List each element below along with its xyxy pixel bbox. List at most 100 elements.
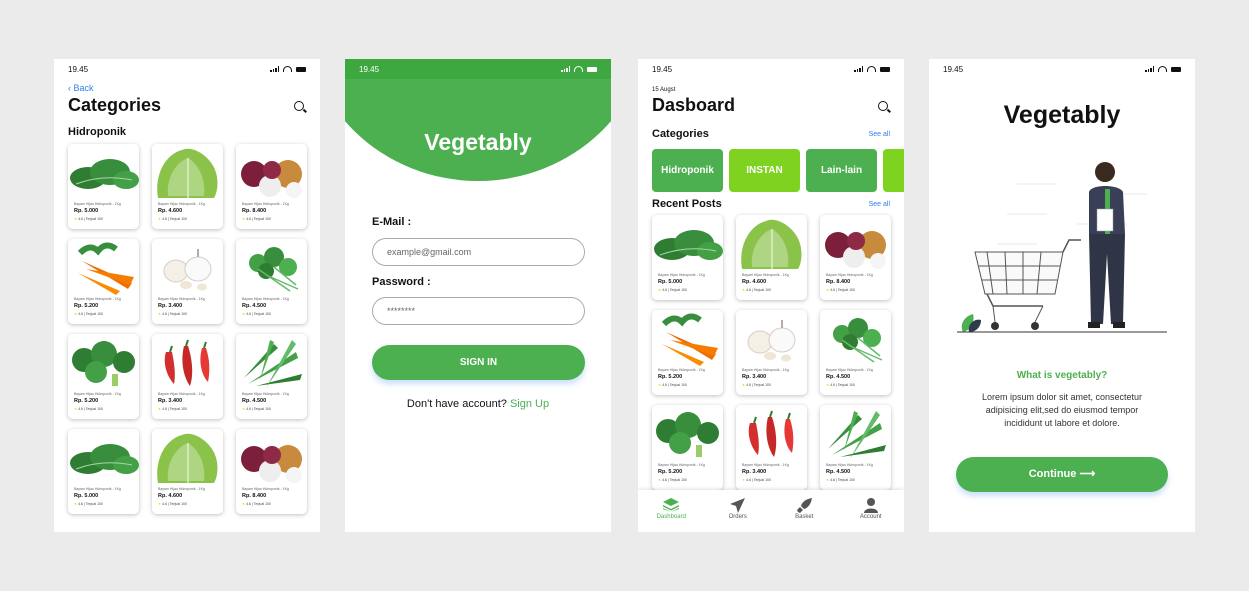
product-name: Bayam Hijau Hidroponik - 1Kg xyxy=(242,202,289,206)
star-icon: ★ xyxy=(242,407,246,411)
onion-image xyxy=(820,215,891,271)
star-icon: ★ xyxy=(658,383,662,387)
battery-icon xyxy=(880,67,890,72)
signal-icon xyxy=(270,66,279,72)
product-card[interactable]: Bayam Hijau Hidroponik - 1Kg Rp. 8.400 ★ 4… xyxy=(236,429,307,514)
nav-account-label: Account xyxy=(859,514,882,520)
product-card[interactable]: Bayam Hijau Hidroponik - 1Kg Rp. 5.200 ★ 4… xyxy=(68,239,139,324)
star-icon: ★ xyxy=(826,288,830,292)
product-card[interactable]: Bayam Hijau Hidroponik - 1Kg Rp. 4.500 ★ 4… xyxy=(820,405,891,490)
product-rating: ★ 4.6 | Terjual 100 xyxy=(742,288,771,292)
product-rating: ★ 4.6 | Terjual 100 xyxy=(158,217,187,221)
product-price: Rp. 5.200 xyxy=(74,398,99,404)
product-rating: ★ 4.6 | Terjual 100 xyxy=(158,407,187,411)
chip-instan[interactable]: INSTAN xyxy=(729,149,800,192)
section-title: Hidroponik xyxy=(68,126,127,138)
product-price: Rp. 4.500 xyxy=(826,469,851,475)
product-card[interactable]: Bayam Hijau Hidroponik - 1Kg Rp. 4.500 ★ 4… xyxy=(820,310,891,395)
product-card[interactable]: Bayam Hijau Hidroponik - 1Kg Rp. 5.200 ★ 4… xyxy=(652,405,723,490)
rating-text: 4.6 | Terjual 100 xyxy=(246,502,271,506)
product-card[interactable]: Bayam Hijau Hidroponik - 1Kg Rp. 4.600 ★ 4… xyxy=(152,429,223,514)
product-rating: ★ 4.6 | Terjual 100 xyxy=(242,312,271,316)
product-price: Rp. 5.200 xyxy=(658,374,683,380)
product-price: Rp. 4.600 xyxy=(158,493,183,499)
product-card[interactable]: Bayam Hijau Hidroponik - 1Kg Rp. 5.200 ★ 4… xyxy=(68,334,139,419)
product-card[interactable]: Bayam Hijau Hidroponik - 1Kg Rp. 4.500 ★ 4… xyxy=(236,334,307,419)
product-price: Rp. 8.400 xyxy=(242,493,267,499)
product-card[interactable]: Bayam Hijau Hidroponik - 1Kg Rp. 5.200 ★ 4… xyxy=(652,310,723,395)
signin-button[interactable]: SIGN IN xyxy=(372,345,585,380)
spinach-image xyxy=(68,429,139,485)
nav-orders[interactable]: Orders xyxy=(710,490,765,532)
recent-posts-title: Recent Posts xyxy=(652,198,722,210)
product-card[interactable]: Bayam Hijau Hidroponik - 1Kg Rp. 3.400 ★ 4… xyxy=(152,334,223,419)
product-name: Bayam Hijau Hidroponik - 1Kg xyxy=(158,487,205,491)
search-icon[interactable] xyxy=(294,101,304,111)
categories-title: Categories xyxy=(652,128,709,140)
back-link[interactable]: ‹ Back xyxy=(68,83,94,93)
star-icon: ★ xyxy=(658,288,662,292)
star-icon: ★ xyxy=(242,312,246,316)
product-name: Bayam Hijau Hidroponik - 1Kg xyxy=(74,297,121,301)
product-name: Bayam Hijau Hidroponik - 1Kg xyxy=(158,297,205,301)
product-card[interactable]: Bayam Hijau Hidroponik - 1Kg Rp. 3.400 ★ 4… xyxy=(736,405,807,490)
signup-link[interactable]: Sign Up xyxy=(510,398,549,410)
rating-text: 4.6 | Terjual 100 xyxy=(746,288,771,292)
battery-icon xyxy=(1171,67,1181,72)
continue-button[interactable]: Continue ⟶ xyxy=(956,457,1168,492)
product-price: Rp. 5.200 xyxy=(658,469,683,475)
product-rating: ★ 4.6 | Terjual 100 xyxy=(158,502,187,506)
rating-text: 4.6 | Terjual 100 xyxy=(662,288,687,292)
search-icon[interactable] xyxy=(878,101,888,111)
email-placeholder: example@gmail.com xyxy=(387,247,472,257)
product-rating: ★ 4.6 | Terjual 100 xyxy=(658,288,687,292)
email-field[interactable]: example@gmail.com xyxy=(372,238,585,266)
rating-text: 4.6 | Terjual 100 xyxy=(162,502,187,506)
password-value: ******** xyxy=(387,306,416,316)
product-card[interactable]: Bayam Hijau Hidroponik - 1Kg Rp. 4.500 ★ 4… xyxy=(236,239,307,324)
nav-orders-label: Orders xyxy=(728,514,747,520)
chip-hidroponik[interactable]: Hidroponik xyxy=(652,149,723,192)
spinach-image xyxy=(68,144,139,200)
rating-text: 4.6 | Terjual 100 xyxy=(162,217,187,221)
nav-dashboard-label: Dashboard xyxy=(656,514,686,520)
rating-text: 4.6 | Terjual 100 xyxy=(830,288,855,292)
rating-text: 4.6 | Terjual 100 xyxy=(78,502,103,506)
product-price: Rp. 4.500 xyxy=(242,303,267,309)
chip-fr[interactable]: Fr xyxy=(883,149,904,192)
status-bar: 19.45 xyxy=(54,59,320,79)
product-name: Bayam Hijau Hidroponik - 1Kg xyxy=(242,392,289,396)
nav-dashboard[interactable]: Dashboard xyxy=(644,490,699,532)
password-field[interactable]: ******** xyxy=(372,297,585,325)
product-card[interactable]: Bayam Hijau Hidroponik - 1Kg Rp. 4.600 ★ 4… xyxy=(736,215,807,300)
star-icon: ★ xyxy=(74,312,78,316)
product-card[interactable]: Bayam Hijau Hidroponik - 1Kg Rp. 3.400 ★ 4… xyxy=(736,310,807,395)
see-all-categories-link[interactable]: See all xyxy=(869,131,890,138)
rating-text: 4.6 | Terjual 100 xyxy=(78,312,103,316)
product-rating: ★ 4.6 | Terjual 100 xyxy=(242,407,271,411)
status-time: 19.45 xyxy=(652,65,673,74)
signal-icon xyxy=(1145,66,1154,72)
parsley-image xyxy=(820,310,891,366)
lettuce-image xyxy=(152,144,223,200)
status-icons xyxy=(561,66,597,72)
star-icon: ★ xyxy=(242,502,246,506)
nav-account[interactable]: Account xyxy=(843,490,898,532)
product-name: Bayam Hijau Hidroponik - 1Kg xyxy=(158,202,205,206)
product-card[interactable]: Bayam Hijau Hidroponik - 1Kg Rp. 8.400 ★ 4… xyxy=(236,144,307,229)
product-card[interactable]: Bayam Hijau Hidroponik - 1Kg Rp. 4.600 ★ 4… xyxy=(152,144,223,229)
product-card[interactable]: Bayam Hijau Hidroponik - 1Kg Rp. 5.000 ★ 4… xyxy=(68,429,139,514)
product-card[interactable]: Bayam Hijau Hidroponik - 1Kg Rp. 5.000 ★ 4… xyxy=(652,215,723,300)
see-all-recent-link[interactable]: See all xyxy=(869,201,890,208)
product-name: Bayam Hijau Hidroponik - 1Kg xyxy=(158,392,205,396)
product-card[interactable]: Bayam Hijau Hidroponik - 1Kg Rp. 8.400 ★ 4… xyxy=(820,215,891,300)
signal-icon xyxy=(854,66,863,72)
product-card[interactable]: Bayam Hijau Hidroponik - 1Kg Rp. 5.000 ★ 4… xyxy=(68,144,139,229)
product-name: Bayam Hijau Hidroponik - 1Kg xyxy=(826,273,873,277)
product-name: Bayam Hijau Hidroponik - 1Kg xyxy=(742,368,789,372)
product-price: Rp. 5.000 xyxy=(658,279,683,285)
rating-text: 4.6 | Terjual 100 xyxy=(746,478,771,482)
product-card[interactable]: Bayam Hijau Hidroponik - 1Kg Rp. 3.400 ★ 4… xyxy=(152,239,223,324)
nav-basket[interactable]: Basket xyxy=(777,490,832,532)
chip-lain-lain[interactable]: Lain-lain xyxy=(806,149,877,192)
